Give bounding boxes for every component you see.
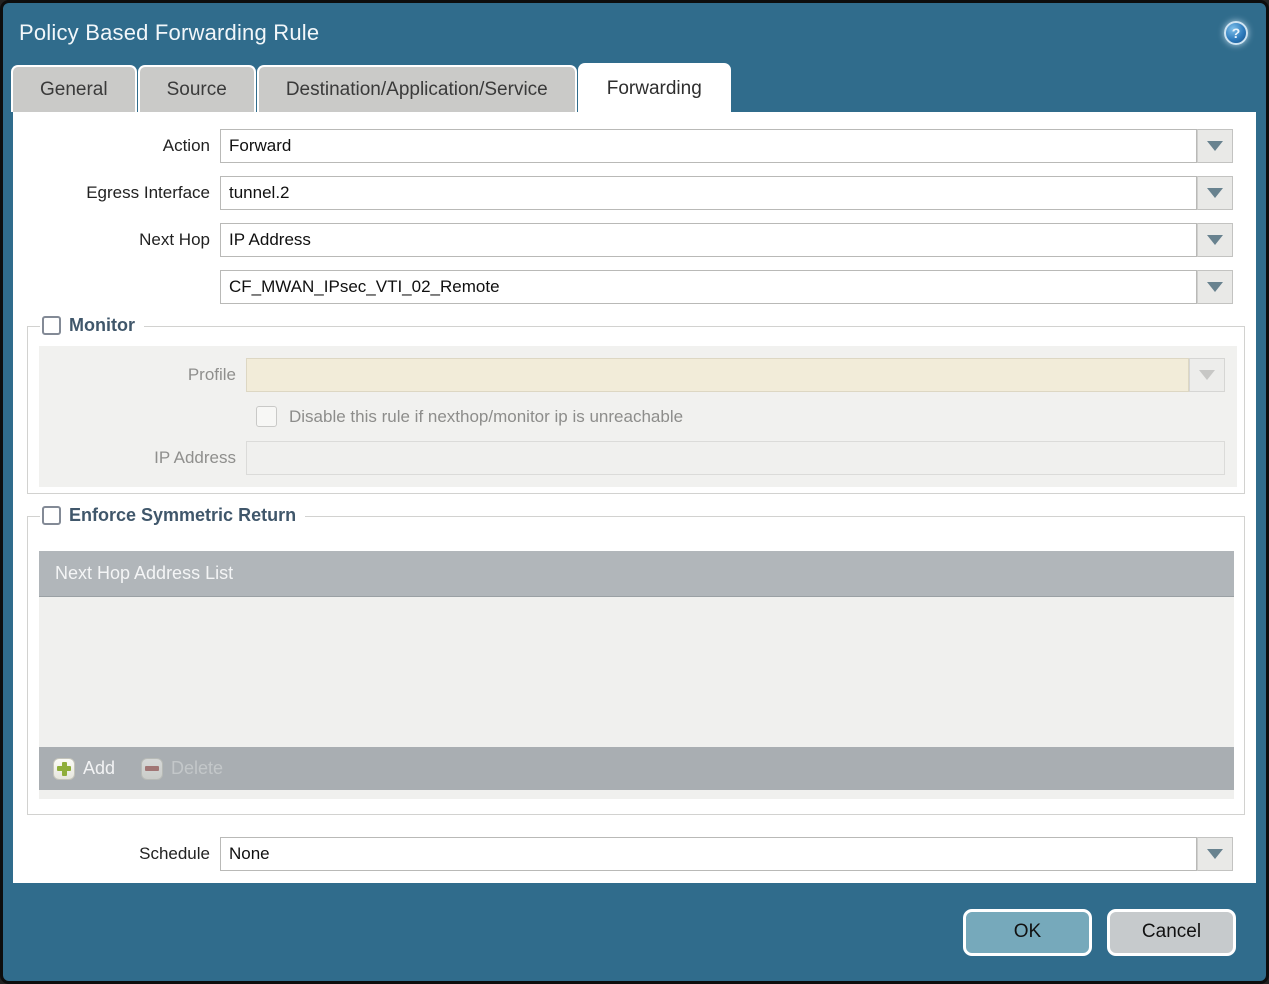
profile-dropdown-button xyxy=(1189,358,1225,392)
delete-button: Delete xyxy=(141,757,224,780)
monitor-ip-address-row: IP Address xyxy=(39,441,1231,475)
help-icon[interactable]: ? xyxy=(1224,21,1248,45)
next-hop-type-dropdown-button[interactable] xyxy=(1197,223,1233,257)
monitor-label: Monitor xyxy=(69,315,135,335)
egress-interface-label: Egress Interface xyxy=(86,183,210,202)
enforce-symmetric-return-legend: Enforce Symmetric Return xyxy=(40,505,306,526)
tab-destination-application-service[interactable]: Destination/Application/Service xyxy=(256,65,577,112)
next-hop-address-list-body[interactable] xyxy=(39,597,1234,747)
disable-rule-row: Disable this rule if nexthop/monitor ip … xyxy=(256,406,1231,427)
action-row: Action Forward xyxy=(13,129,1256,163)
monitor-fieldset: Monitor Profile Disable this rule if nex… xyxy=(27,315,1245,494)
dialog-titlebar: Policy Based Forwarding Rule ? xyxy=(3,3,1266,63)
tab-content-forwarding: Action Forward Egress Interface tunnel.2… xyxy=(13,112,1256,883)
next-hop-type-dropdown[interactable]: IP Address xyxy=(220,223,1233,257)
add-button-label: Add xyxy=(83,758,116,778)
action-dropdown[interactable]: Forward xyxy=(220,129,1233,163)
chevron-down-icon xyxy=(1207,282,1223,292)
schedule-row: Schedule None xyxy=(13,837,1256,871)
cancel-button[interactable]: Cancel xyxy=(1107,908,1236,956)
next-hop-address-list-table: Next Hop Address List Add Delete xyxy=(39,551,1234,799)
egress-interface-dropdown-button[interactable] xyxy=(1197,176,1233,210)
monitor-legend: Monitor xyxy=(40,315,144,336)
monitor-ip-address-value xyxy=(246,441,1225,475)
chevron-down-icon xyxy=(1207,141,1223,151)
monitor-ip-address-field xyxy=(246,441,1225,475)
chevron-down-icon xyxy=(1199,370,1215,380)
delete-minus-icon xyxy=(141,757,164,780)
monitor-panel: Profile Disable this rule if nexthop/mon… xyxy=(39,346,1237,487)
tab-bar: General Source Destination/Application/S… xyxy=(3,63,1266,112)
next-hop-row: Next Hop IP Address xyxy=(13,223,1256,257)
action-dropdown-button[interactable] xyxy=(1197,129,1233,163)
tab-general[interactable]: General xyxy=(11,65,137,112)
monitor-ip-address-label: IP Address xyxy=(154,448,236,467)
chevron-down-icon xyxy=(1207,188,1223,198)
action-value[interactable]: Forward xyxy=(220,129,1197,163)
next-hop-address-dropdown[interactable]: CF_MWAN_IPsec_VTI_02_Remote xyxy=(220,270,1233,304)
next-hop-type-value[interactable]: IP Address xyxy=(220,223,1197,257)
disable-rule-checkbox xyxy=(256,406,277,427)
delete-button-label: Delete xyxy=(171,758,224,778)
dialog-footer: OK Cancel xyxy=(3,883,1266,981)
enforce-symmetric-return-fieldset: Enforce Symmetric Return Next Hop Addres… xyxy=(27,505,1245,815)
schedule-value[interactable]: None xyxy=(220,837,1197,871)
next-hop-address-dropdown-button[interactable] xyxy=(1197,270,1233,304)
enforce-symmetric-return-label: Enforce Symmetric Return xyxy=(69,505,297,525)
profile-value xyxy=(246,358,1189,392)
next-hop-address-list-toolbar: Add Delete xyxy=(39,747,1234,790)
tab-forwarding[interactable]: Forwarding xyxy=(577,63,731,112)
disable-rule-label: Disable this rule if nexthop/monitor ip … xyxy=(289,406,684,426)
next-hop-address-value[interactable]: CF_MWAN_IPsec_VTI_02_Remote xyxy=(220,270,1197,304)
table-bottom-strip xyxy=(39,790,1234,799)
tab-source[interactable]: Source xyxy=(137,65,256,112)
next-hop-address-list-header-label: Next Hop Address List xyxy=(55,563,234,583)
egress-interface-dropdown[interactable]: tunnel.2 xyxy=(220,176,1233,210)
schedule-label: Schedule xyxy=(139,844,210,863)
profile-row: Profile xyxy=(39,358,1231,392)
chevron-down-icon xyxy=(1207,849,1223,859)
chevron-down-icon xyxy=(1207,235,1223,245)
profile-dropdown xyxy=(246,358,1225,392)
ok-button[interactable]: OK xyxy=(963,908,1092,956)
policy-based-forwarding-dialog: Policy Based Forwarding Rule ? General S… xyxy=(0,0,1269,984)
egress-interface-row: Egress Interface tunnel.2 xyxy=(13,176,1256,210)
next-hop-address-row: CF_MWAN_IPsec_VTI_02_Remote xyxy=(13,270,1256,304)
dialog-title: Policy Based Forwarding Rule xyxy=(19,20,320,45)
add-plus-icon xyxy=(53,757,75,780)
monitor-checkbox[interactable] xyxy=(42,316,61,335)
next-hop-address-list-header: Next Hop Address List xyxy=(39,551,1234,597)
enforce-symmetric-return-checkbox[interactable] xyxy=(42,506,61,525)
egress-interface-value[interactable]: tunnel.2 xyxy=(220,176,1197,210)
schedule-dropdown[interactable]: None xyxy=(220,837,1233,871)
add-button[interactable]: Add xyxy=(53,757,116,780)
schedule-dropdown-button[interactable] xyxy=(1197,837,1233,871)
action-label: Action xyxy=(162,136,210,155)
profile-label: Profile xyxy=(187,365,236,384)
next-hop-label: Next Hop xyxy=(139,230,210,249)
